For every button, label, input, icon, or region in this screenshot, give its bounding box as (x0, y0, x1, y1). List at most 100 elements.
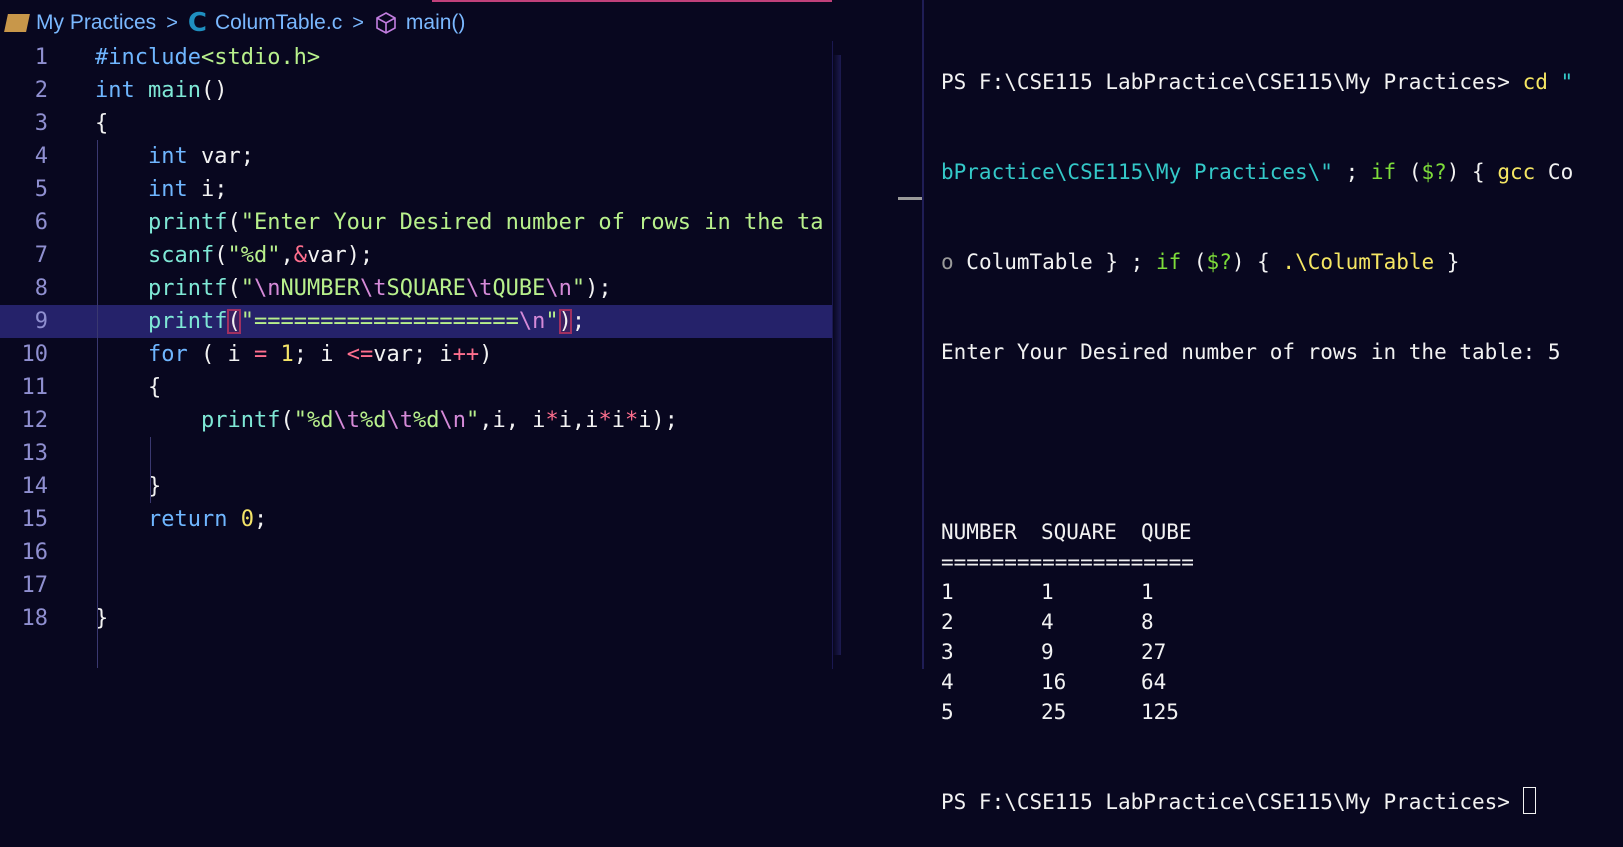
code-text: return 0; (95, 503, 267, 536)
table-row: 4 16 64 (941, 667, 1194, 697)
terminal-prompt-output: Enter Your Desired number of rows in the… (941, 340, 1561, 364)
line-number: 14 (21, 474, 49, 499)
code-line[interactable]: 14 } (0, 470, 832, 503)
token-esc: \t (386, 408, 413, 433)
token-pl: ,i, i (479, 408, 546, 433)
token-fn: printf (147, 309, 228, 334)
token-esc: \n (439, 408, 466, 433)
line-number: 13 (21, 441, 49, 466)
overview-ruler-marker (898, 197, 922, 200)
token-pl: ( (227, 276, 241, 301)
code-text: int main() (95, 74, 227, 107)
token-str: " (545, 309, 559, 334)
indent-guide (97, 140, 98, 668)
prompt-text: PS F:\CSE115 LabPractice\CSE115\My Pract… (941, 790, 1523, 814)
code-line[interactable]: 3{ (0, 107, 832, 140)
code-text: int i; (95, 173, 228, 206)
token-str: "Enter Your Desired number of rows in th… (240, 210, 824, 235)
token-pl: { (95, 375, 162, 400)
token-pl: ; i (293, 342, 347, 367)
token-str: %d (359, 408, 387, 433)
token-pl: var; i (373, 342, 453, 367)
code-text: printf("\nNUMBER\tSQUARE\tQUBE\n"); (95, 272, 612, 305)
token-num: 0 (240, 507, 254, 532)
token-op: = (253, 342, 268, 367)
token-yel: .\ColumTable (1282, 250, 1435, 274)
token-fn: printf (200, 408, 281, 433)
code-line[interactable]: 8 printf("\nNUMBER\tSQUARE\tQUBE\n"); (0, 272, 832, 305)
line-number: 12 (21, 408, 49, 433)
code-line[interactable]: 10 for ( i = 1; i <=var; i++) (0, 338, 832, 371)
code-text: { (95, 107, 108, 140)
code-text: #include<stdio.h> (95, 41, 320, 74)
code-text: printf("====================\n"); (95, 305, 585, 338)
table-cell: 125 (1141, 700, 1179, 724)
terminal-blank (941, 427, 1573, 457)
table-cell: 5 (941, 700, 954, 724)
token-num: 1 (280, 342, 294, 367)
table-cell: 3 (941, 640, 954, 664)
code-editor[interactable]: 1 #include<stdio.h> 2 int main() 3{4 int var… (0, 41, 832, 669)
line-number: 5 (34, 177, 48, 202)
token-op: * (598, 408, 612, 433)
line-number: 1 (34, 45, 48, 70)
terminal-command-line-2: bPractice\CSE115\My Practices\" ; if ($?… (941, 157, 1573, 187)
header-qube: QUBE (1141, 520, 1192, 544)
table-cell: 2 (941, 610, 954, 634)
token-esc: \n (518, 309, 546, 334)
table-cell: 4 (941, 670, 954, 694)
token-op: ++ (452, 342, 480, 367)
terminal-output-table: NUMBER SQUARE QUBE ==================== … (941, 517, 1194, 727)
table-rule: ==================== (941, 550, 1194, 574)
code-line[interactable]: 18} (0, 602, 832, 635)
code-line[interactable]: 7 scanf("%d",&var); (0, 239, 832, 272)
token-grn: $? (1206, 250, 1232, 274)
token-fn: printf (147, 210, 228, 235)
table-row: 5 25 125 (941, 697, 1194, 727)
line-number: 17 (21, 573, 49, 598)
table-header: NUMBER SQUARE QUBE (941, 517, 1194, 547)
code-text: for ( i = 1; i <=var; i++) (95, 338, 492, 371)
token-esc: \t (465, 276, 493, 301)
token-kw: for (147, 342, 188, 367)
line-number: 2 (34, 78, 48, 103)
token-pl: i); (638, 408, 678, 433)
table-cell: 9 (1041, 640, 1054, 664)
token-pl: } (1434, 250, 1460, 274)
code-line[interactable]: 5 int i; (0, 173, 832, 206)
token-fn: main (148, 78, 201, 103)
code-line[interactable]: 15 return 0; (0, 503, 832, 536)
code-line[interactable]: 17 (0, 569, 832, 602)
code-line[interactable]: 6 printf("Enter Your Desired number of r… (0, 206, 832, 239)
minimap[interactable] (832, 41, 925, 669)
line-number: 15 (21, 507, 49, 532)
terminal[interactable]: PS F:\CSE115 LabPractice\CSE115\My Pract… (941, 7, 1573, 847)
breadcrumb-folder[interactable]: My Practices (36, 11, 156, 35)
token-str: <stdio.h> (200, 45, 321, 70)
panel-divider[interactable] (922, 0, 924, 669)
token-pl: ; (253, 507, 268, 532)
code-line[interactable]: 1 #include<stdio.h> (0, 41, 832, 74)
header-square: SQUARE (1041, 520, 1117, 544)
breadcrumb-symbol[interactable]: main() (406, 11, 466, 35)
token-cyan: " (1560, 70, 1574, 94)
code-line[interactable]: 2 int main() (0, 74, 832, 107)
token-pl: i (611, 408, 625, 433)
code-line[interactable]: 4 int var; (0, 140, 832, 173)
line-number: 11 (21, 375, 49, 400)
line-number: 16 (21, 540, 49, 565)
token-yel: cd (1522, 70, 1548, 94)
code-line[interactable]: 13 (0, 437, 832, 470)
code-line[interactable]: 9 printf("====================\n"); (0, 305, 832, 338)
code-line[interactable]: 16 (0, 536, 832, 569)
token-fn: printf (147, 276, 228, 301)
code-line[interactable]: 11 { (0, 371, 832, 404)
breadcrumb-file[interactable]: ColumTable.c (215, 11, 342, 35)
terminal-command-line-1: PS F:\CSE115 LabPractice\CSE115\My Pract… (941, 67, 1573, 97)
code-line[interactable]: 12 printf("%d\t%d\t%d\n",i, i*i,i*i*i); (0, 404, 832, 437)
token-grn: if (1370, 160, 1397, 184)
